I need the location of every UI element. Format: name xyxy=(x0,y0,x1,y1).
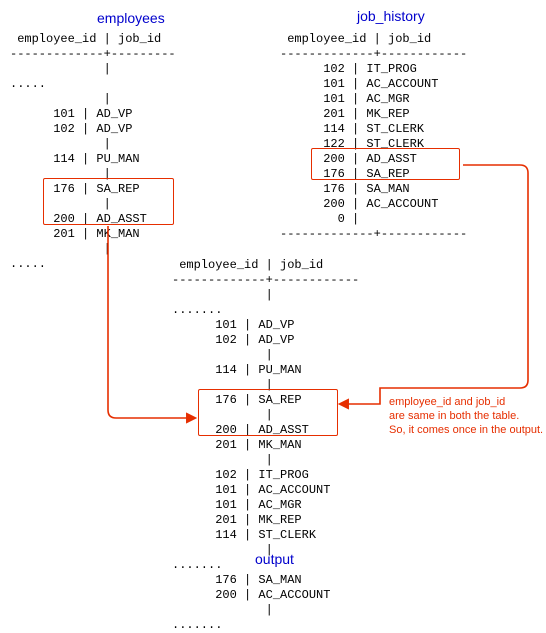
output-bar: | xyxy=(172,603,359,618)
table-row: 176 | SA_MAN xyxy=(172,573,359,588)
output-dots: ....... xyxy=(172,618,359,633)
table-row: 101 | AC_ACCOUNT xyxy=(172,483,359,498)
jobhistory-dash: -------------+------------ xyxy=(280,47,467,62)
table-row: 176 | SA_MAN xyxy=(280,182,467,197)
table-row: 102 | AD_VP xyxy=(10,122,176,137)
table-row: 102 | IT_PROG xyxy=(172,468,359,483)
table-row: 114 | PU_MAN xyxy=(172,363,359,378)
output-bar: | xyxy=(172,288,359,303)
employees-bar: | xyxy=(10,197,176,212)
jobhistory-col1: employee_id xyxy=(287,32,366,46)
table-row: 101 | AD_VP xyxy=(10,107,176,122)
table-row: 101 | AC_ACCOUNT xyxy=(280,77,467,92)
table-row: 122 | ST_CLERK xyxy=(280,137,467,152)
table-row: 201 | MK_REP xyxy=(280,107,467,122)
table-row: 114 | ST_CLERK xyxy=(172,528,359,543)
output-dots: ....... xyxy=(172,303,359,318)
employees-bar: | xyxy=(10,62,176,77)
table-row: 0 | xyxy=(280,212,467,227)
output-bar: | xyxy=(172,543,359,558)
output-dash: -------------+------------ xyxy=(172,273,359,288)
employees-col2: job_id xyxy=(118,32,161,46)
table-row: 200 | AC_ACCOUNT xyxy=(280,197,467,212)
table-row: 201 | MK_MAN xyxy=(172,438,359,453)
table-row: 101 | AC_MGR xyxy=(280,92,467,107)
table-row: 101 | AC_MGR xyxy=(172,498,359,513)
output-table: employee_id | job_id -------------+-----… xyxy=(172,258,359,633)
output-bar: | xyxy=(172,378,359,393)
table-row: 101 | AD_VP xyxy=(172,318,359,333)
output-bar: | xyxy=(172,453,359,468)
job-history-title: job_history xyxy=(357,8,425,24)
table-row: 102 | IT_PROG xyxy=(280,62,467,77)
table-row: 176 | SA_REP xyxy=(172,393,359,408)
table-row: 176 | SA_REP xyxy=(280,167,467,182)
table-row: 114 | ST_CLERK xyxy=(280,122,467,137)
annotation-text: employee_id and job_id are same in both … xyxy=(389,395,546,437)
job-history-table: employee_id | job_id -------------+-----… xyxy=(280,32,467,242)
table-row: 200 | AD_ASST xyxy=(10,212,176,227)
jobhistory-col2: job_id xyxy=(388,32,431,46)
table-row: 201 | MK_REP xyxy=(172,513,359,528)
annotation-line: So, it comes once in the output. xyxy=(389,423,546,437)
annotation-line: are same in both the table. xyxy=(389,409,546,423)
table-row: 176 | SA_REP xyxy=(10,182,176,197)
employees-bar: | xyxy=(10,242,176,257)
output-bar: | xyxy=(172,408,359,423)
employees-bar: | xyxy=(10,92,176,107)
table-row: 200 | AD_ASST xyxy=(280,152,467,167)
employees-title: employees xyxy=(97,10,165,26)
employees-col1: employee_id xyxy=(17,32,96,46)
employees-dots: ..... xyxy=(10,77,176,92)
output-bar: | xyxy=(172,348,359,363)
employees-bar: | xyxy=(10,167,176,182)
annotation-line: employee_id and job_id xyxy=(389,395,546,409)
employees-table: employee_id | job_id -------------+-----… xyxy=(10,32,176,272)
employees-bar: | xyxy=(10,137,176,152)
table-row: 114 | PU_MAN xyxy=(10,152,176,167)
table-row: 102 | AD_VP xyxy=(172,333,359,348)
output-col2: job_id xyxy=(280,258,323,272)
jobhistory-dash: -------------+------------ xyxy=(280,227,467,242)
table-row: 201 | MK_MAN xyxy=(10,227,176,242)
output-col1: employee_id xyxy=(179,258,258,272)
employees-dots: ..... xyxy=(10,257,176,272)
employees-dash: -------------+--------- xyxy=(10,47,176,62)
table-row: 200 | AD_ASST xyxy=(172,423,359,438)
table-row: 200 | AC_ACCOUNT xyxy=(172,588,359,603)
